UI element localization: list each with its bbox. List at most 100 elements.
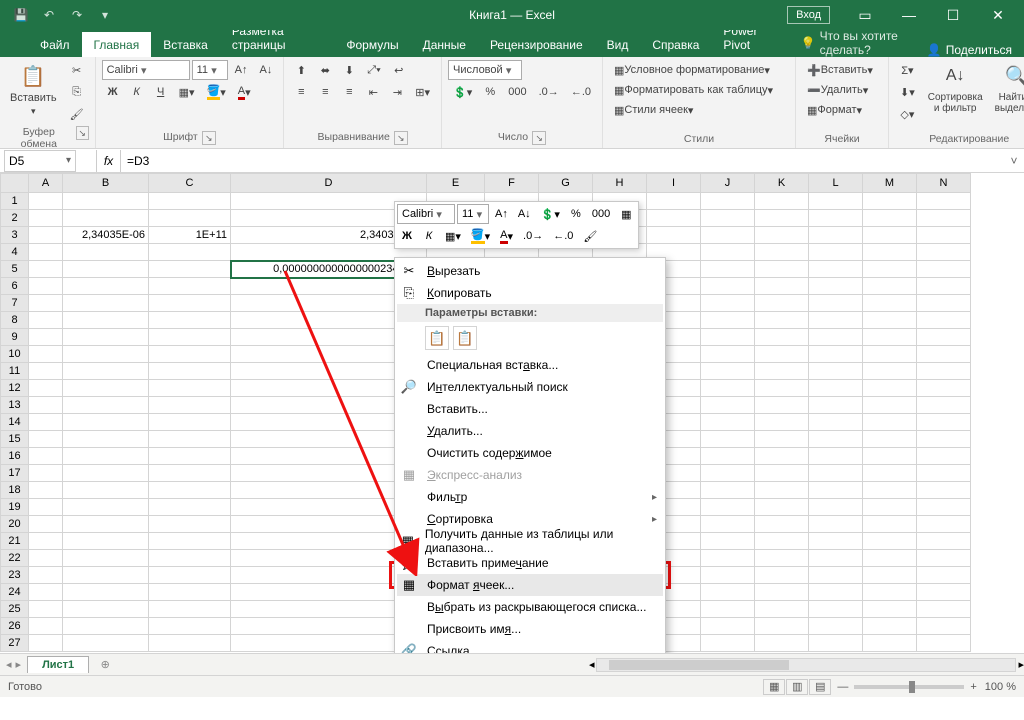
- column-header[interactable]: M: [863, 174, 917, 193]
- mini-grow-font-icon[interactable]: A↑: [491, 204, 512, 224]
- cell[interactable]: [701, 533, 755, 550]
- cell[interactable]: [755, 244, 809, 261]
- cell[interactable]: [149, 601, 231, 618]
- row-header[interactable]: 9: [1, 329, 29, 346]
- zoom-slider[interactable]: [854, 685, 964, 689]
- cell[interactable]: [149, 261, 231, 278]
- row-header[interactable]: 26: [1, 618, 29, 635]
- mini-font-combo[interactable]: Calibri▾: [397, 204, 455, 224]
- mini-format-painter-icon[interactable]: 🖌: [579, 226, 601, 246]
- row-header[interactable]: 14: [1, 414, 29, 431]
- cell[interactable]: [917, 550, 971, 567]
- cell[interactable]: [863, 482, 917, 499]
- conditional-formatting-button[interactable]: ▦ Условное форматирование ▾: [609, 60, 789, 80]
- cell[interactable]: [63, 312, 149, 329]
- cell[interactable]: [701, 380, 755, 397]
- cell[interactable]: [917, 312, 971, 329]
- cell[interactable]: [755, 601, 809, 618]
- cell[interactable]: [29, 635, 63, 652]
- cell[interactable]: [809, 227, 863, 244]
- ctx-cut[interactable]: ✂Вырезать: [397, 260, 663, 282]
- cell[interactable]: [63, 329, 149, 346]
- cell[interactable]: [149, 295, 231, 312]
- cell[interactable]: [755, 499, 809, 516]
- ctx-link[interactable]: 🔗Ссылка: [397, 640, 663, 653]
- tab-help[interactable]: Справка: [640, 32, 711, 57]
- cell[interactable]: [917, 380, 971, 397]
- accounting-format-icon[interactable]: 💲▾: [448, 82, 477, 102]
- hscroll-right-icon[interactable]: ▸: [1018, 658, 1024, 671]
- cell[interactable]: [755, 584, 809, 601]
- cell[interactable]: [701, 261, 755, 278]
- cell[interactable]: [701, 329, 755, 346]
- cell[interactable]: [149, 499, 231, 516]
- cell[interactable]: [29, 584, 63, 601]
- mini-bold-button[interactable]: Ж: [397, 226, 417, 246]
- cell[interactable]: [917, 618, 971, 635]
- italic-button[interactable]: К: [126, 82, 148, 102]
- shrink-font-icon[interactable]: A↓: [254, 60, 277, 80]
- cell[interactable]: [29, 329, 63, 346]
- cell[interactable]: [863, 363, 917, 380]
- cell[interactable]: [917, 601, 971, 618]
- cell[interactable]: [809, 295, 863, 312]
- undo-icon[interactable]: ↶: [38, 4, 60, 26]
- borders-icon[interactable]: ▦▾: [174, 82, 200, 102]
- cell[interactable]: [29, 193, 63, 210]
- cell[interactable]: [917, 193, 971, 210]
- mini-borders2-icon[interactable]: ▦▾: [441, 226, 465, 246]
- cell[interactable]: [63, 278, 149, 295]
- column-header[interactable]: E: [427, 174, 485, 193]
- name-box[interactable]: D5▾: [4, 150, 76, 172]
- cell[interactable]: [63, 550, 149, 567]
- cell[interactable]: [647, 193, 701, 210]
- cell[interactable]: [149, 397, 231, 414]
- cell[interactable]: [917, 635, 971, 652]
- underline-button[interactable]: Ч: [150, 82, 172, 102]
- cell[interactable]: [701, 363, 755, 380]
- cell[interactable]: [863, 516, 917, 533]
- mini-inc-decimal-icon[interactable]: .0→: [519, 226, 547, 246]
- cell[interactable]: [149, 584, 231, 601]
- align-bottom-icon[interactable]: ⬇: [338, 60, 360, 80]
- cell[interactable]: [917, 397, 971, 414]
- close-button[interactable]: ✕: [976, 0, 1020, 30]
- row-header[interactable]: 7: [1, 295, 29, 312]
- cell[interactable]: [917, 210, 971, 227]
- cell[interactable]: [863, 414, 917, 431]
- cell[interactable]: [63, 244, 149, 261]
- cell[interactable]: [63, 346, 149, 363]
- maximize-button[interactable]: ☐: [932, 0, 974, 30]
- cell[interactable]: [63, 193, 149, 210]
- cell[interactable]: [863, 244, 917, 261]
- row-header[interactable]: 3: [1, 227, 29, 244]
- paste-button[interactable]: 📋 Вставить ▾: [6, 60, 61, 119]
- font-name-combo[interactable]: Calibri▾: [102, 60, 190, 80]
- cell[interactable]: [863, 601, 917, 618]
- cell[interactable]: [917, 533, 971, 550]
- column-header[interactable]: C: [149, 174, 231, 193]
- cell[interactable]: [29, 227, 63, 244]
- ctx-get-data[interactable]: ▦Получить данные из таблицы или диапазон…: [397, 530, 663, 552]
- cell[interactable]: [755, 465, 809, 482]
- row-header[interactable]: 19: [1, 499, 29, 516]
- fill-icon[interactable]: ⬇▾: [895, 82, 920, 102]
- cell[interactable]: [809, 499, 863, 516]
- row-header[interactable]: 11: [1, 363, 29, 380]
- row-header[interactable]: 6: [1, 278, 29, 295]
- cell[interactable]: [63, 431, 149, 448]
- mini-borders-icon[interactable]: ▦: [616, 204, 636, 224]
- cell[interactable]: [29, 295, 63, 312]
- align-right-icon[interactable]: ≡: [338, 82, 360, 102]
- cell[interactable]: [63, 414, 149, 431]
- cell[interactable]: [63, 295, 149, 312]
- ctx-define-name[interactable]: Присвоить имя...: [397, 618, 663, 640]
- cell[interactable]: [647, 227, 701, 244]
- cell[interactable]: [701, 465, 755, 482]
- ctx-format-cells[interactable]: ▦Формат ячеек...: [397, 574, 663, 596]
- cell[interactable]: [809, 329, 863, 346]
- cell[interactable]: [809, 618, 863, 635]
- column-header[interactable]: J: [701, 174, 755, 193]
- column-header[interactable]: D: [231, 174, 427, 193]
- cell[interactable]: [701, 414, 755, 431]
